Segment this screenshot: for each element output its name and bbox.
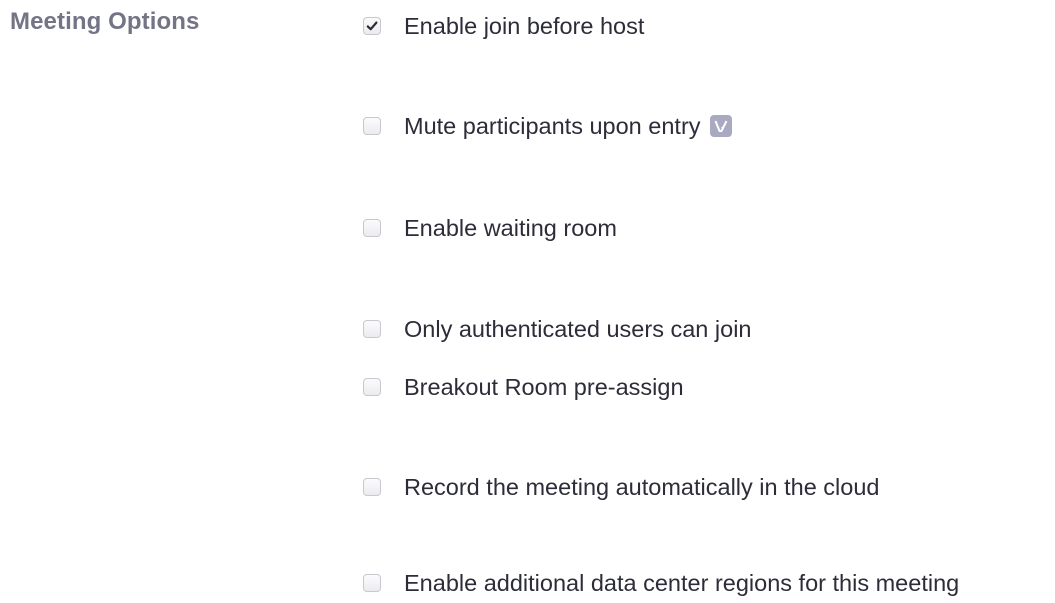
option-breakout-room-preassign[interactable]: Breakout Room pre-assign (363, 367, 684, 407)
option-label[interactable]: Only authenticated users can join (404, 316, 752, 343)
option-enable-waiting-room[interactable]: Enable waiting room (363, 208, 617, 248)
option-authenticated-users[interactable]: Only authenticated users can join (363, 309, 752, 349)
info-badge-icon[interactable] (709, 115, 732, 137)
checkbox[interactable] (363, 320, 381, 338)
option-label[interactable]: Mute participants upon entry (404, 113, 701, 140)
checkbox[interactable] (363, 574, 381, 592)
checkbox[interactable] (363, 117, 381, 135)
option-mute-participants[interactable]: Mute participants upon entry (363, 106, 732, 146)
meeting-options-list: Enable join before host Mute participant… (363, 0, 1053, 603)
option-data-center-regions[interactable]: Enable additional data center regions fo… (363, 563, 959, 603)
checkbox[interactable] (363, 219, 381, 237)
checkbox[interactable] (363, 378, 381, 396)
option-label[interactable]: Enable waiting room (404, 215, 617, 242)
option-enable-join-before-host[interactable]: Enable join before host (363, 6, 644, 46)
option-label[interactable]: Enable join before host (404, 13, 644, 40)
option-label[interactable]: Breakout Room pre-assign (404, 374, 684, 401)
checkbox[interactable] (363, 478, 381, 496)
checkmark-icon (366, 21, 378, 31)
option-record-cloud[interactable]: Record the meeting automatically in the … (363, 467, 880, 507)
option-label[interactable]: Record the meeting automatically in the … (404, 474, 880, 501)
section-label: Meeting Options (10, 8, 200, 35)
checkbox[interactable] (363, 17, 381, 35)
option-label[interactable]: Enable additional data center regions fo… (404, 570, 959, 597)
